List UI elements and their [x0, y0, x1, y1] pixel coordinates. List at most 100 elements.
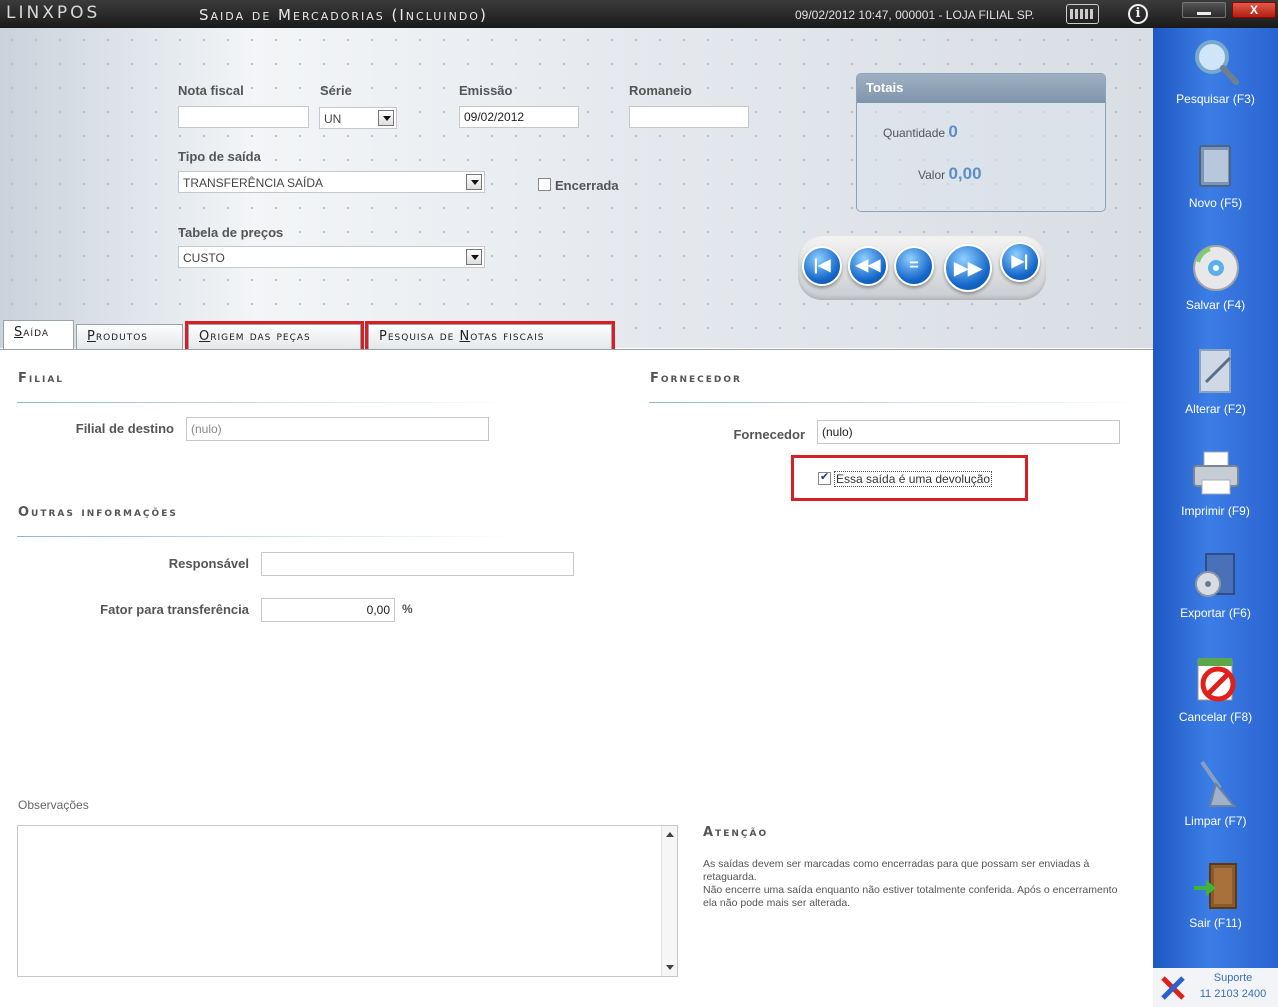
tabela-precos-select[interactable]: CUSTO	[178, 246, 485, 268]
window-title: Saida de Mercadorias (Incluindo)	[199, 6, 488, 24]
limpar-label: Limpar (F7)	[1184, 814, 1247, 828]
tabela-precos-label: Tabela de preços	[178, 225, 284, 240]
atencao-text: As saídas devem ser marcadas como encerr…	[703, 858, 1123, 910]
chevron-down-icon[interactable]	[378, 110, 394, 126]
novo-label: Novo (F5)	[1188, 196, 1243, 210]
encerrada-checkbox[interactable]	[538, 178, 551, 191]
first-record-button[interactable]: |◀	[802, 246, 842, 286]
scroll-down-icon[interactable]	[666, 965, 674, 970]
support-label: Suporte	[1213, 972, 1253, 984]
action-sidebar: Pesquisar (F3) Novo (F5) Salvar (F4) Alt…	[1153, 28, 1278, 1007]
fator-unit: %	[402, 602, 413, 616]
pesquisar-button[interactable]: Pesquisar (F3)	[1153, 36, 1278, 106]
serie-value: UN	[324, 112, 342, 126]
tab-bar: Saída Produtos Origem das peças Pesquisa…	[0, 318, 1153, 353]
printer-icon	[1192, 451, 1239, 495]
valor-value: 0,00	[948, 164, 982, 183]
sair-label: Sair (F11)	[1189, 916, 1242, 930]
exportar-button[interactable]: Exportar (F6)	[1153, 550, 1278, 620]
chevron-down-icon[interactable]	[466, 174, 482, 190]
tabela-precos-value: CUSTO	[183, 251, 225, 265]
quantidade-value: 0	[948, 122, 958, 141]
support-footer: Suporte 11 2103 2400	[1153, 968, 1278, 1007]
sair-button[interactable]: Sair (F11)	[1153, 860, 1278, 930]
responsavel-label: Responsável	[168, 556, 249, 571]
serie-label: Série	[320, 83, 352, 98]
novo-button[interactable]: Novo (F5)	[1153, 140, 1278, 210]
filial-divider	[17, 402, 517, 403]
disc-icon	[1192, 245, 1239, 291]
next-record-button[interactable]: ▶▶	[944, 244, 992, 292]
imprimir-label: Imprimir (F9)	[1181, 504, 1250, 518]
observacoes-textarea[interactable]	[17, 825, 678, 977]
support-phone: 11 2103 2400	[1199, 988, 1267, 1000]
romaneio-label: Romaneio	[629, 83, 692, 98]
observacoes-scrollbar[interactable]	[661, 826, 677, 976]
export-box-icon	[1194, 553, 1235, 597]
fator-input[interactable]: 0,00	[261, 598, 395, 622]
alterar-button[interactable]: Alterar (F2)	[1153, 346, 1278, 416]
nota-fiscal-label: Nota fiscal	[178, 83, 244, 98]
app-brand: LINXPOS	[6, 3, 101, 23]
encerrada-label: Encerrada	[555, 178, 619, 193]
nota-fiscal-input[interactable]	[178, 106, 309, 128]
keyboard-icon[interactable]	[1066, 4, 1099, 24]
cancel-icon	[1197, 658, 1235, 702]
exit-door-icon	[1193, 863, 1237, 909]
fornecedor-label: Fornecedor	[733, 427, 805, 442]
filial-destino-input[interactable]: (nulo)	[186, 417, 489, 441]
fornecedor-input[interactable]: (nulo)	[817, 420, 1120, 444]
valor-row: Valor 0,00	[918, 164, 982, 184]
minimize-button[interactable]	[1182, 2, 1226, 18]
tab-produtos[interactable]: Produtos	[76, 324, 183, 350]
outras-divider	[17, 536, 517, 537]
salvar-label: Salvar (F4)	[1185, 298, 1246, 312]
atencao-line-2: Não encerre uma saída enquanto não estiv…	[703, 884, 1118, 909]
imprimir-button[interactable]: Imprimir (F9)	[1153, 448, 1278, 518]
devolucao-label[interactable]: Essa saída é uma devolução	[834, 471, 993, 487]
quantidade-row: Quantidade 0	[883, 122, 958, 142]
last-record-button[interactable]: ▶|	[1000, 242, 1040, 282]
tipo-saida-value: TRANSFERÊNCIA SAÍDA	[183, 176, 324, 190]
atencao-line-1: As saídas devem ser marcadas como encerr…	[703, 858, 1090, 883]
atencao-title: Atenção	[703, 825, 769, 840]
tipo-saida-select[interactable]: TRANSFERÊNCIA SAÍDA	[178, 171, 485, 193]
edit-document-icon	[1198, 349, 1231, 393]
responsavel-input[interactable]	[261, 552, 574, 576]
fornecedor-section-title: Fornecedor	[650, 371, 742, 386]
previous-record-button[interactable]: ◀◀	[848, 246, 888, 286]
book-icon	[1198, 145, 1231, 187]
emissao-input[interactable]: 09/02/2012	[459, 106, 579, 128]
title-bar: LINXPOS Saida de Mercadorias (Incluindo)…	[0, 0, 1278, 28]
cancelar-button[interactable]: Cancelar (F8)	[1153, 654, 1278, 724]
exportar-label: Exportar (F6)	[1180, 606, 1251, 620]
serie-select[interactable]: UN	[319, 107, 397, 129]
chevron-down-icon[interactable]	[466, 249, 482, 265]
alterar-label: Alterar (F2)	[1185, 402, 1246, 416]
limpar-button[interactable]: Limpar (F7)	[1153, 758, 1278, 828]
magnifier-icon	[1194, 40, 1239, 85]
pesquisar-label: Pesquisar (F3)	[1176, 92, 1255, 106]
linx-logo-icon	[1161, 976, 1185, 1000]
salvar-button[interactable]: Salvar (F4)	[1153, 242, 1278, 312]
observacoes-label: Observações	[18, 798, 89, 812]
info-icon[interactable]: i	[1128, 4, 1148, 24]
fornecedor-divider	[649, 402, 1149, 403]
totals-title: Totais	[857, 74, 1105, 103]
filial-section-title: Filial	[18, 371, 65, 386]
totals-panel: Totais Quantidade 0 Valor 0,00	[856, 73, 1106, 212]
tab-pesquisa-notas-fiscais[interactable]: Pesquisa de Notas fiscais	[365, 321, 615, 353]
session-status: 09/02/2012 10:47, 000001 - LOJA FILIAL S…	[795, 8, 1035, 22]
devolucao-checkbox[interactable]	[818, 470, 831, 485]
record-navigation: |◀ ◀◀ = ▶▶ ▶|	[798, 236, 1046, 300]
current-record-button[interactable]: =	[894, 246, 934, 286]
outras-section-title: Outras informações	[18, 505, 178, 520]
cancelar-label: Cancelar (F8)	[1178, 710, 1253, 724]
tab-saida[interactable]: Saída	[3, 320, 74, 351]
scroll-up-icon[interactable]	[666, 832, 674, 837]
romaneio-input[interactable]	[629, 106, 749, 128]
saida-panel: Filial Filial de destino (nulo) Forneced…	[0, 349, 1153, 1007]
close-button[interactable]: X	[1232, 2, 1276, 18]
tipo-saida-label: Tipo de saída	[178, 149, 261, 164]
tab-origem-das-pecas[interactable]: Origem das peças	[185, 321, 364, 353]
